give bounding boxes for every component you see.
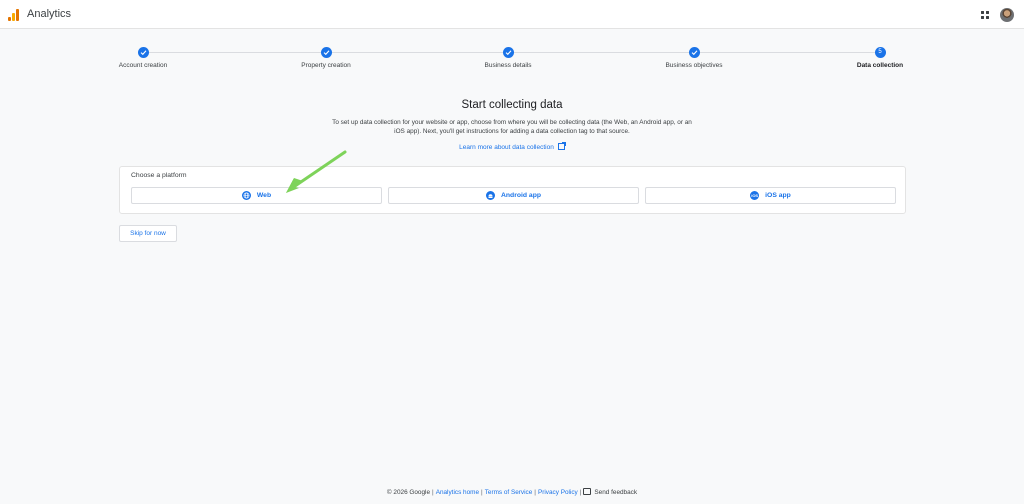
step-label: Property creation xyxy=(301,62,351,69)
learn-more-label[interactable]: Learn more about data collection xyxy=(459,144,554,151)
page-title: Start collecting data xyxy=(461,99,563,111)
ios-icon: iOS xyxy=(750,191,760,200)
app-title[interactable]: Analytics xyxy=(27,8,71,20)
check-icon xyxy=(137,47,149,58)
terms-of-service-link[interactable]: Terms of Service xyxy=(485,489,533,496)
setup-stepper: Account creation Property creation Busin… xyxy=(0,40,1024,80)
skip-for-now-button[interactable]: Skip for now xyxy=(119,225,177,242)
ios-platform-button[interactable]: iOS iOS app xyxy=(645,187,896,204)
footer-copyright: © 2026 Google xyxy=(386,489,431,496)
android-platform-button[interactable]: Android app xyxy=(388,187,639,204)
open-in-new-icon xyxy=(557,142,566,150)
check-icon xyxy=(502,47,514,58)
step-data-collection: 5 Data collection xyxy=(810,40,950,69)
step-label: Business objectives xyxy=(665,62,723,69)
step-business-details: Business details xyxy=(438,40,578,69)
check-icon xyxy=(320,47,332,58)
globe-icon xyxy=(241,191,251,200)
feedback-icon xyxy=(583,488,592,495)
platform-card: Choose a platform Web Android app iOS iO… xyxy=(119,166,906,214)
account-avatar[interactable] xyxy=(1000,8,1014,22)
analytics-home-link[interactable]: Analytics home xyxy=(436,489,479,496)
learn-more-link[interactable]: Learn more about data collection xyxy=(0,142,1024,151)
step-account-creation: Account creation xyxy=(73,40,213,69)
apps-grid-icon[interactable] xyxy=(981,11,989,19)
analytics-logo-icon[interactable] xyxy=(8,9,20,21)
android-platform-label: Android app xyxy=(500,192,542,199)
step-label: Account creation xyxy=(118,62,168,69)
step-property-creation: Property creation xyxy=(256,40,396,69)
page-description: To set up data collection for your websi… xyxy=(332,119,692,135)
step-label: Data collection xyxy=(856,62,904,69)
platform-card-title: Choose a platform xyxy=(131,172,187,179)
annotation-arrow-icon xyxy=(286,150,347,193)
page-footer: © 2026 Google | Analytics home | Terms of Se… xyxy=(386,488,638,496)
web-platform-label: Web xyxy=(256,192,272,199)
step-business-objectives: Business objectives xyxy=(624,40,764,69)
top-app-bar: Analytics xyxy=(0,0,1024,29)
send-feedback-button[interactable]: Send feedback xyxy=(583,488,638,496)
privacy-policy-link[interactable]: Privacy Policy xyxy=(538,489,578,496)
ios-platform-label: iOS app xyxy=(765,192,791,199)
android-icon xyxy=(485,191,495,200)
step-number: 5 xyxy=(874,47,886,58)
send-feedback-label: Send feedback xyxy=(594,489,638,496)
check-icon xyxy=(688,47,700,58)
step-label: Business details xyxy=(484,62,532,69)
